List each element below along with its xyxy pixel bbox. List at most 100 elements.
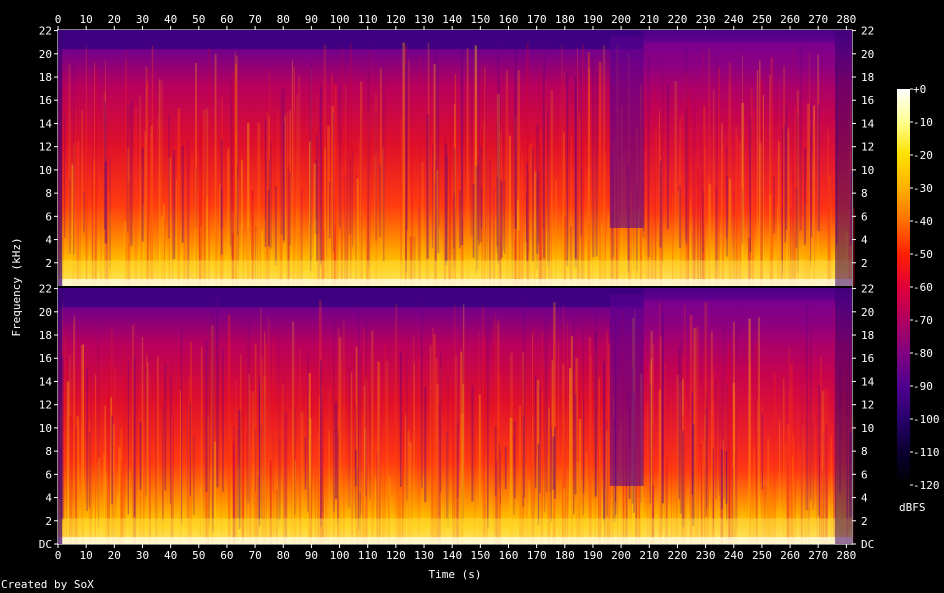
spectral-streak [266, 111, 269, 286]
x-tick-label-bottom: 210 [639, 549, 659, 562]
x-tick-label-top: 10 [80, 13, 93, 26]
x-tick-label-top: 80 [277, 13, 290, 26]
spectral-streak [769, 74, 771, 286]
spectral-streak [558, 341, 560, 544]
x-tick-label-bottom: 260 [780, 549, 800, 562]
spectral-gap [726, 176, 728, 257]
spectral-gap [236, 429, 239, 519]
x-tick-label-bottom: 100 [330, 549, 350, 562]
spectral-streak [371, 330, 374, 544]
spectral-gap [333, 317, 335, 512]
spectral-streak [550, 89, 554, 287]
x-tick-label-bottom: 240 [724, 549, 744, 562]
spectral-gap [718, 399, 720, 495]
spectral-gap [97, 325, 100, 529]
spectral-gap [503, 123, 505, 251]
spectral-gap [186, 371, 188, 520]
spectral-gap [504, 447, 507, 490]
spectral-gap [169, 377, 171, 504]
spectral-streak [728, 80, 730, 287]
x-tick-label-top: 110 [358, 13, 378, 26]
spectral-streak [148, 370, 151, 544]
x-tick-label-top: 150 [470, 13, 490, 26]
spectral-streak [773, 373, 776, 544]
colorbar-tick-label: -40 [913, 215, 933, 228]
x-tick-label-bottom: 90 [305, 549, 318, 562]
spectral-streak [407, 59, 410, 287]
y-tick-label-left: 10 [39, 422, 52, 435]
y-axis-label: Frequency (kHz) [10, 237, 23, 336]
x-tick-label-bottom: 10 [80, 549, 93, 562]
spectral-gap [369, 395, 371, 499]
spectral-gap [205, 341, 208, 492]
spectral-gap [237, 164, 239, 236]
spectral-streak [808, 52, 811, 286]
spectral-streak [587, 92, 591, 286]
y-tick-label-right: 14 [861, 117, 875, 130]
spectrogram-figure: 0 0 10 10 20 20 30 30 40 40 50 50 60 60 70 70 80 80 90 90 10… [10, 13, 940, 581]
spectral-streak [713, 90, 715, 286]
spectral-gap [679, 340, 683, 514]
spectral-gap [736, 290, 738, 528]
x-tick-label-bottom: 120 [386, 549, 406, 562]
spectral-streak [85, 46, 87, 287]
x-tick-label-top: 190 [583, 13, 603, 26]
dc-band [58, 537, 852, 544]
dc-band [58, 279, 852, 286]
spectral-gap [459, 190, 461, 249]
spectral-streak [412, 334, 415, 544]
spectral-gap [260, 423, 263, 522]
x-tick-label-top: 130 [414, 13, 434, 26]
y-tick-label-left: 22 [39, 25, 52, 38]
spectral-gap [434, 36, 437, 263]
spectral-gap [478, 51, 480, 246]
spectral-gap [358, 302, 360, 531]
x-tick-label-top: 170 [527, 13, 547, 26]
spectral-gap [784, 124, 786, 243]
spectral-gap [379, 164, 382, 238]
x-tick-label-top: 120 [386, 13, 406, 26]
spectral-gap [432, 145, 434, 249]
spectral-streak [395, 303, 397, 544]
y-tick-label-right: 6 [861, 210, 868, 223]
x-tick-label-top: 90 [305, 13, 318, 26]
spectral-gap [139, 422, 142, 490]
spectral-streak [417, 357, 420, 544]
spectral-gap [360, 351, 362, 515]
spectral-gap [334, 401, 338, 500]
spectral-gap [499, 78, 501, 273]
y-tick-label-right: 22 [861, 283, 874, 296]
spectral-gap [487, 321, 489, 529]
spectral-streak [435, 358, 439, 544]
colorbar-tick-label: -10 [913, 116, 933, 129]
spectral-streak [820, 355, 822, 544]
spectral-streak [342, 321, 345, 544]
spectral-streak [654, 89, 657, 286]
x-tick-label-top: 210 [639, 13, 659, 26]
quiet-section [609, 36, 644, 228]
spectral-gap [406, 51, 408, 231]
x-tick-label-top: 30 [136, 13, 149, 26]
spectral-gap [546, 310, 548, 493]
spectral-streak [227, 314, 231, 544]
hf-cutoff-band [58, 288, 644, 308]
spectral-streak [276, 109, 279, 286]
spectral-gap [659, 160, 662, 248]
y-tick-label-right: 22 [861, 25, 874, 38]
spectral-streak [208, 47, 211, 286]
spectral-gap [500, 180, 503, 258]
spectral-gap [269, 140, 272, 249]
colorbar-tick-label: -90 [913, 380, 933, 393]
x-tick-label-top: 140 [442, 13, 462, 26]
spectral-streak [449, 114, 452, 286]
spectral-streak [393, 322, 395, 544]
spectral-streak [286, 112, 289, 287]
y-tick-label-right: 20 [861, 306, 874, 319]
spectral-gap [462, 350, 464, 524]
spectral-streak [83, 343, 84, 544]
spectral-gap [208, 291, 210, 526]
spectral-streak [505, 71, 508, 286]
y-tick-label-left: 12 [39, 399, 52, 412]
spectral-gap [761, 413, 764, 490]
x-tick-label-top: 50 [192, 13, 205, 26]
